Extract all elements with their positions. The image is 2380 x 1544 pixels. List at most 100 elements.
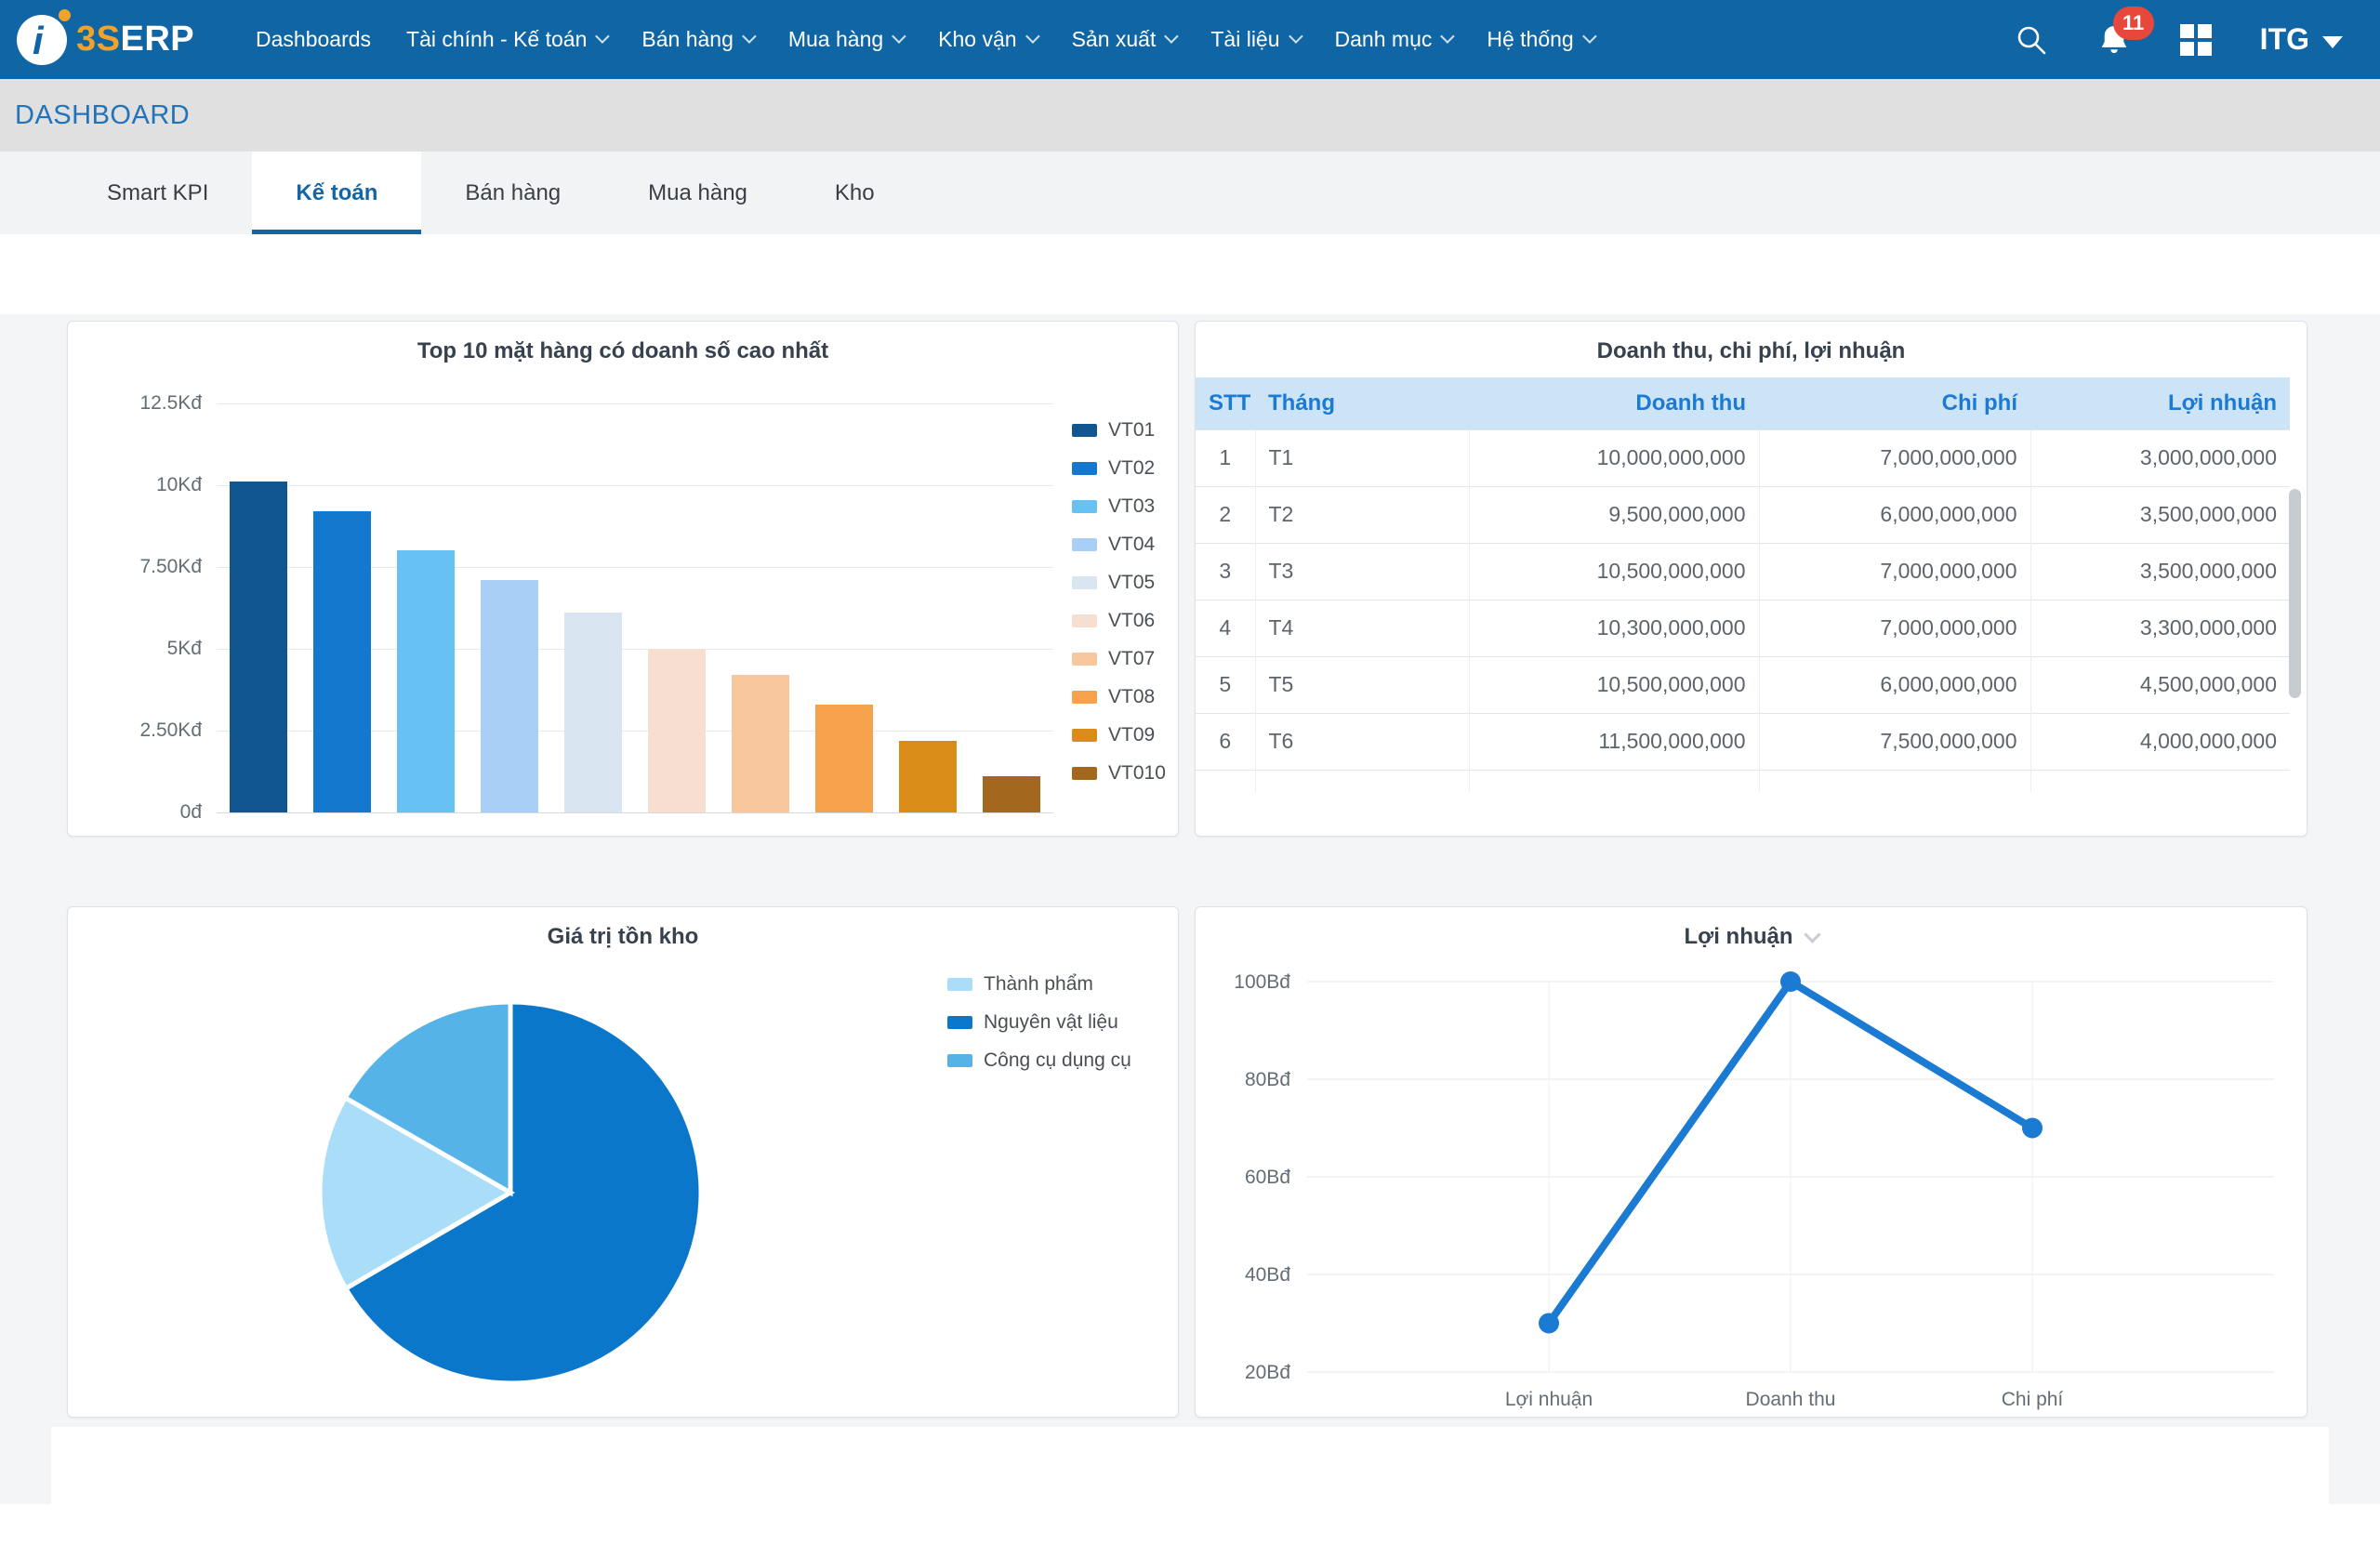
table-cell: 3,000,000,000 xyxy=(2030,429,2290,486)
tab-mua-hàng[interactable]: Mua hàng xyxy=(604,152,791,234)
nav-item-2[interactable]: Tài chính - Kế toán xyxy=(406,27,606,52)
bar-VT06 xyxy=(648,649,706,812)
content-header-band xyxy=(0,234,2380,314)
table-cell: T3 xyxy=(1255,543,1469,600)
column-header-4[interactable]: Chi phí xyxy=(1759,377,2030,429)
chevron-down-icon xyxy=(1582,29,1597,44)
chevron-down-icon xyxy=(1025,29,1040,44)
brand-logo[interactable]: i 3SERP xyxy=(17,15,217,65)
table-cell: 4,000,000,000 xyxy=(2030,713,2290,770)
legend-swatch-icon xyxy=(947,978,972,991)
user-menu[interactable]: ITG xyxy=(2260,22,2343,57)
y-axis-label: 40Bđ xyxy=(1245,1264,1290,1286)
table-cell: 6 xyxy=(1196,713,1255,770)
chevron-down-icon xyxy=(1289,29,1303,44)
table-cell: 3 xyxy=(1196,543,1255,600)
nav-item-8[interactable]: Danh mục xyxy=(1335,27,1452,52)
table-row: 6T611,500,000,0007,500,000,0004,000,000,… xyxy=(1196,713,2290,770)
bar-VT05 xyxy=(564,613,622,812)
column-header-2[interactable]: Tháng xyxy=(1255,377,1469,429)
table-title: Doanh thu, chi phí, lợi nhuận xyxy=(1597,338,1906,364)
nav-item-9[interactable]: Hệ thống xyxy=(1487,27,1593,52)
legend-swatch-icon xyxy=(1072,767,1097,780)
table-cell: 10,500,000,000 xyxy=(1469,656,1759,713)
line-chart: 100Bđ80Bđ60Bđ40Bđ20BđLợi nhuậnDoanh thuC… xyxy=(1196,907,2307,1418)
nav-item-3[interactable]: Bán hàng xyxy=(641,27,752,52)
nav-item-5[interactable]: Kho vận xyxy=(938,27,1036,52)
y-axis-label: 10Kđ xyxy=(81,474,202,496)
page-title-bar: DASHBOARD xyxy=(0,79,2380,152)
legend-swatch-icon xyxy=(947,1054,972,1067)
legend-item-VT05: VT05 xyxy=(1072,563,1166,601)
tab-kho[interactable]: Kho xyxy=(791,152,919,234)
notifications-button[interactable]: 11 xyxy=(2096,21,2132,59)
table-cell: 4 xyxy=(1196,600,1255,656)
tab-kế-toán[interactable]: Kế toán xyxy=(252,152,421,234)
table-cell: 10,500,000,000 xyxy=(1469,543,1759,600)
legend-item-Nguyên vật liệu: Nguyên vật liệu xyxy=(947,1003,1131,1041)
nav-item-7[interactable]: Tài liệu xyxy=(1210,27,1299,52)
table-cell: 10,000,000,000 xyxy=(1469,429,1759,486)
legend-item-Công cụ dụng cụ: Công cụ dụng cụ xyxy=(947,1041,1131,1079)
legend-swatch-icon xyxy=(1072,729,1097,742)
nav-item-6[interactable]: Sản xuất xyxy=(1072,27,1176,52)
bar-VT07 xyxy=(732,675,789,812)
nav-right: 11 ITG xyxy=(2015,21,2343,59)
legend-swatch-icon xyxy=(1072,576,1097,589)
tab-bán-hàng[interactable]: Bán hàng xyxy=(421,152,604,234)
table-row: 3T310,500,000,0007,000,000,0003,500,000,… xyxy=(1196,543,2290,600)
table-cell: 6,000,000,000 xyxy=(1759,656,2030,713)
table-cell: 7,000,000,000 xyxy=(1759,600,2030,656)
table-row: 5T510,500,000,0006,000,000,0004,500,000,… xyxy=(1196,656,2290,713)
gridline: 12.5Kđ xyxy=(217,403,1053,404)
data-point-Doanh thu xyxy=(1780,971,1801,992)
table-cell: 4,500,000,000 xyxy=(2030,656,2290,713)
chevron-down-icon xyxy=(596,29,611,44)
legend-swatch-icon xyxy=(1072,424,1097,437)
legend-swatch-icon xyxy=(1072,614,1097,627)
bar-chart-legend: VT01VT02VT03VT04VT05VT06VT07VT08VT09VT01… xyxy=(1072,411,1166,792)
nav-item-1[interactable]: Dashboards xyxy=(256,27,371,52)
search-icon xyxy=(2015,23,2048,57)
legend-item-VT010: VT010 xyxy=(1072,754,1166,792)
table-row-partial xyxy=(1196,770,2290,792)
caret-down-icon xyxy=(2322,36,2343,48)
tab-smart-kpi[interactable]: Smart KPI xyxy=(63,152,252,234)
y-axis-label: 60Bđ xyxy=(1245,1167,1290,1188)
pie-chart xyxy=(297,979,724,1406)
legend-item-VT03: VT03 xyxy=(1072,487,1166,525)
search-button[interactable] xyxy=(2015,23,2048,57)
pie-chart-legend: Thành phẩmNguyên vật liệuCông cụ dụng cụ xyxy=(947,965,1131,1079)
y-axis-label: 100Bđ xyxy=(1234,971,1290,993)
column-header-1[interactable]: STT xyxy=(1196,377,1255,429)
table-row: 1T110,000,000,0007,000,000,0003,000,000,… xyxy=(1196,429,2290,486)
nav-item-4[interactable]: Mua hàng xyxy=(788,27,903,52)
y-axis-label: 7.50Kđ xyxy=(81,556,202,578)
apps-button[interactable] xyxy=(2180,24,2212,56)
table-cell: 6,000,000,000 xyxy=(1759,486,2030,543)
legend-swatch-icon xyxy=(1072,653,1097,666)
table-row: 2T29,500,000,0006,000,000,0003,500,000,0… xyxy=(1196,486,2290,543)
table-cell: 10,300,000,000 xyxy=(1469,600,1759,656)
bar-VT01 xyxy=(230,482,287,812)
bar-chart-plot: 12.5Kđ10Kđ7.50Kđ5Kđ2.50Kđ0đ xyxy=(217,403,1053,812)
legend-item-VT04: VT04 xyxy=(1072,525,1166,563)
column-header-5[interactable]: Lợi nhuận xyxy=(2030,377,2290,429)
gridline: 0đ xyxy=(217,812,1053,813)
table-cell: 7,000,000,000 xyxy=(1759,543,2030,600)
line-chart-card: Lợi nhuận 100Bđ80Bđ60Bđ40Bđ20BđLợi nhuận… xyxy=(1195,906,2307,1418)
table-header-row: STTThángDoanh thuChi phíLợi nhuận xyxy=(1196,377,2290,429)
table-cell: 9,500,000,000 xyxy=(1469,486,1759,543)
legend-swatch-icon xyxy=(1072,500,1097,513)
legend-item-VT07: VT07 xyxy=(1072,640,1166,678)
legend-swatch-icon xyxy=(1072,462,1097,475)
pie-chart-title: Giá trị tồn kho xyxy=(548,924,699,950)
column-header-3[interactable]: Doanh thu xyxy=(1469,377,1759,429)
legend-item-VT01: VT01 xyxy=(1072,411,1166,449)
table-cell: 7,500,000,000 xyxy=(1759,713,2030,770)
x-axis-label: Lợi nhuận xyxy=(1505,1389,1593,1410)
x-axis-label: Chi phí xyxy=(2002,1389,2064,1410)
table-scrollbar[interactable] xyxy=(2289,489,2301,698)
table-cell: 2 xyxy=(1196,486,1255,543)
table-cell: T2 xyxy=(1255,486,1469,543)
